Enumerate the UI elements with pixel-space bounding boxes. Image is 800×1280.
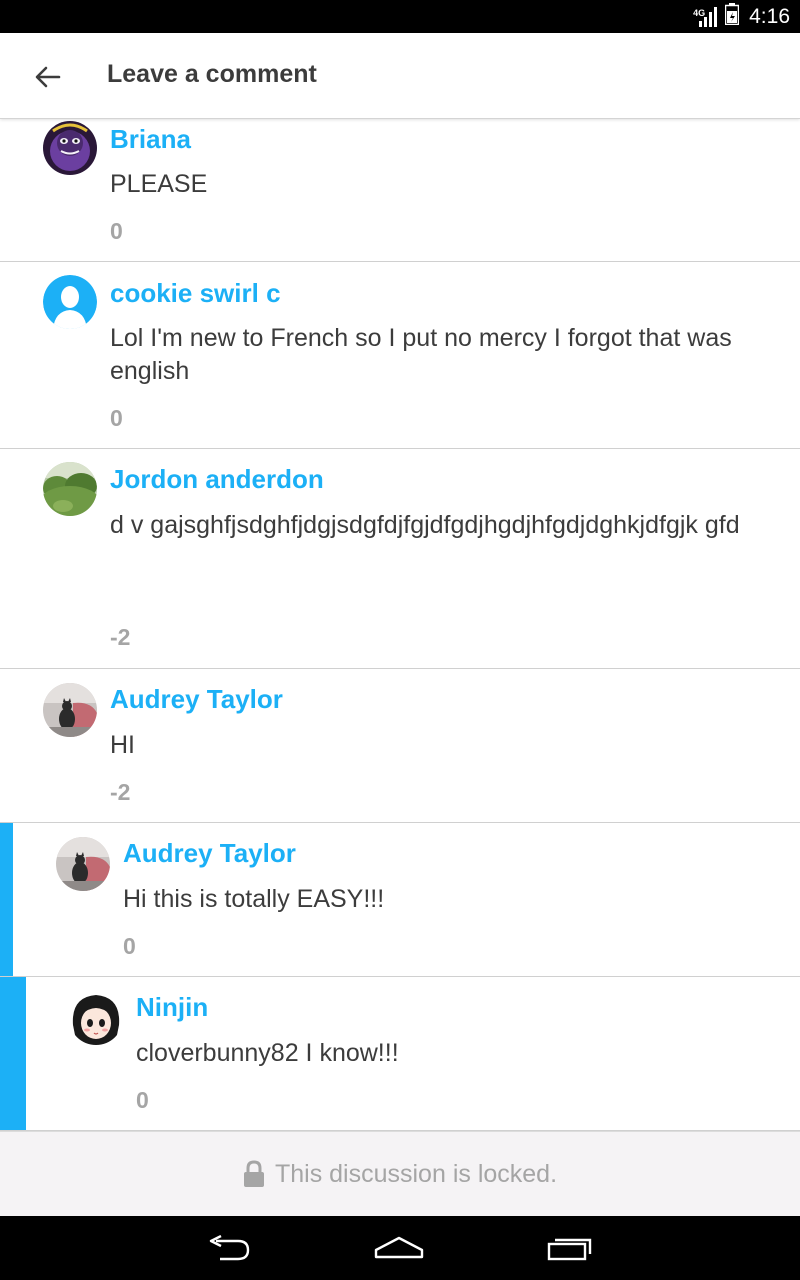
back-nav-icon (209, 1235, 250, 1261)
signal-icon: 4G (693, 5, 719, 29)
reply-indicator (0, 823, 13, 976)
comment-votes: 0 (136, 1087, 149, 1113)
battery-icon (724, 3, 740, 30)
comment-reply: Ninjin cloverbunny82 I know!!! 0 (0, 977, 800, 1131)
comment-author[interactable]: Ninjin (136, 992, 208, 1023)
status-time: 4:16 (749, 4, 790, 28)
comment-text: cloverbunny82 I know!!! (136, 1039, 399, 1067)
default-person-avatar[interactable] (43, 275, 97, 329)
comment-votes: -2 (110, 624, 131, 650)
comment-text: HI (110, 731, 135, 759)
cat-photo-avatar[interactable] (56, 837, 110, 891)
locked-message: This discussion is locked. (274, 1159, 558, 1188)
reply-indicator (0, 977, 26, 1130)
comment-list: Briana PLEASE 0 cookie swirl c Lol I'm n… (0, 119, 800, 1131)
home-nav-icon (374, 1236, 424, 1259)
comment-item: cookie swirl c Lol I'm new to French so … (0, 262, 800, 449)
page-title: Leave a comment (107, 60, 317, 88)
comment-author[interactable]: Jordon anderdon (110, 464, 324, 495)
comment-votes: 0 (110, 218, 123, 244)
system-nav-bar (0, 1216, 800, 1280)
comment-item: Briana PLEASE 0 (0, 119, 800, 262)
arrow-left-icon (35, 66, 61, 88)
anime-girl-avatar[interactable] (69, 991, 123, 1045)
comment-author[interactable]: Audrey Taylor (123, 838, 296, 869)
comment-text: d v gajsghfjsdghfjdgjsdgfdjfgjdfgdjhgdjh… (110, 511, 740, 539)
app-bar: Leave a comment (0, 33, 800, 119)
status-icons: 4G 4:16 (693, 0, 790, 33)
comment-item: Jordon anderdon d v gajsghfjsdghfjdgjsdg… (0, 449, 800, 669)
recents-nav-icon (547, 1238, 592, 1261)
status-bar: 4G 4:16 (0, 0, 800, 33)
back-button[interactable] (26, 55, 70, 99)
lock-icon (243, 1160, 265, 1188)
back-nav-button[interactable] (189, 1226, 269, 1270)
comment-votes: 0 (110, 405, 123, 431)
green-landscape-avatar[interactable] (43, 462, 97, 516)
comment-text: PLEASE (110, 170, 208, 198)
home-nav-button[interactable] (359, 1226, 439, 1270)
comment-reply: Audrey Taylor Hi this is totally EASY!!!… (0, 823, 800, 977)
comment-item: Audrey Taylor HI -2 (0, 669, 800, 823)
comment-votes: -2 (110, 779, 131, 805)
comment-text: Hi this is totally EASY!!! (123, 885, 385, 913)
comment-votes: 0 (123, 933, 136, 959)
comment-author[interactable]: cookie swirl c (110, 278, 281, 309)
discussion-locked-banner: This discussion is locked. (0, 1131, 800, 1216)
comment-author[interactable]: Audrey Taylor (110, 684, 283, 715)
comment-text: Lol I'm new to French so I put no mercy … (110, 324, 732, 385)
recents-nav-button[interactable] (530, 1226, 610, 1270)
comment-author[interactable]: Briana (110, 124, 191, 155)
cat-photo-avatar[interactable] (43, 683, 97, 737)
purple-character-avatar[interactable] (43, 121, 97, 175)
